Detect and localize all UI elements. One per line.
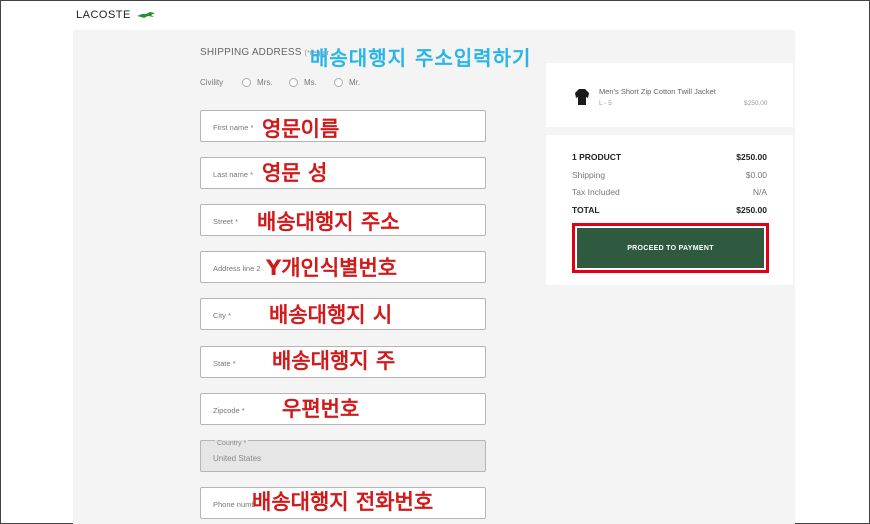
summary-row-products: 1 PRODUCT $250.00 [572,152,767,162]
section-title-text: SHIPPING ADDRESS [200,47,302,58]
annotation-phone: 배송대행지 전화번호 [252,490,434,514]
zipcode-label: Zipcode * [213,406,245,415]
payment-button-highlight: PROCEED TO PAYMENT [572,223,769,273]
last-name-label: Last name * [213,170,254,179]
summary-row-total: TOTAL $250.00 [572,205,767,215]
first-name-label: First name * [213,123,254,132]
civility-option-mrs[interactable]: Mrs. [242,78,273,87]
address-line2-label: Address line 2 [213,264,261,273]
civility-option-ms[interactable]: Ms. [289,78,317,87]
annotation-street: 배송대행지 주소 [257,210,400,234]
summary-value-total: $250.00 [736,205,767,215]
summary-label-products: 1 PRODUCT [572,152,622,162]
annotation-zipcode: 우편번호 [282,397,360,421]
state-label: State * [213,359,236,368]
summary-value-tax: N/A [752,187,767,197]
civility-option-mr[interactable]: Mr. [334,78,360,87]
phone-label: Phone numb [213,500,256,509]
summary-label-total: TOTAL [572,205,600,215]
jacket-thumbnail-icon [575,89,589,105]
summary-label-shipping: Shipping [572,170,606,180]
annotation-first-name: 영문이름 [262,117,340,141]
country-label: Country * [215,440,249,447]
country-value: United States [213,454,262,463]
annotation-title: 배송대행지 주소입력하기 [310,46,532,70]
country-field: Country * United States [200,440,486,472]
brand-logo-text[interactable]: LACOSTE [76,9,131,21]
street-label: Street * [213,217,239,226]
annotation-city: 배송대행지 시 [269,303,393,327]
radio-mrs-label: Mrs. [257,78,273,87]
summary-value-shipping: $0.00 [745,170,767,180]
summary-row-shipping: Shipping $0.00 [572,170,767,180]
summary-value-products: $250.00 [736,152,767,162]
last-name-field[interactable]: Last name * [200,157,486,189]
radio-mr[interactable] [334,78,343,87]
radio-mr-label: Mr. [349,78,361,87]
summary-row-tax: Tax Included N/A [572,187,767,197]
radio-mrs[interactable] [242,78,251,87]
crocodile-logo-icon [137,12,155,18]
product-size: L - 5 [599,100,612,107]
radio-ms[interactable] [289,78,298,87]
summary-label-tax: Tax Included [572,187,620,197]
civility-label: Civility [200,78,224,87]
product-price: $250.00 [744,100,768,107]
annotation-address-line2: Y개인식별번호 [266,256,398,280]
city-label: City * [213,311,231,320]
radio-ms-label: Ms. [304,78,317,87]
product-name[interactable]: Men's Short Zip Cotton Twill Jacket [599,87,716,96]
proceed-to-payment-button[interactable]: PROCEED TO PAYMENT [577,228,764,268]
annotation-last-name: 영문 성 [262,161,328,185]
annotation-state: 배송대행지 주 [272,349,396,373]
first-name-field[interactable]: First name * [200,110,486,142]
